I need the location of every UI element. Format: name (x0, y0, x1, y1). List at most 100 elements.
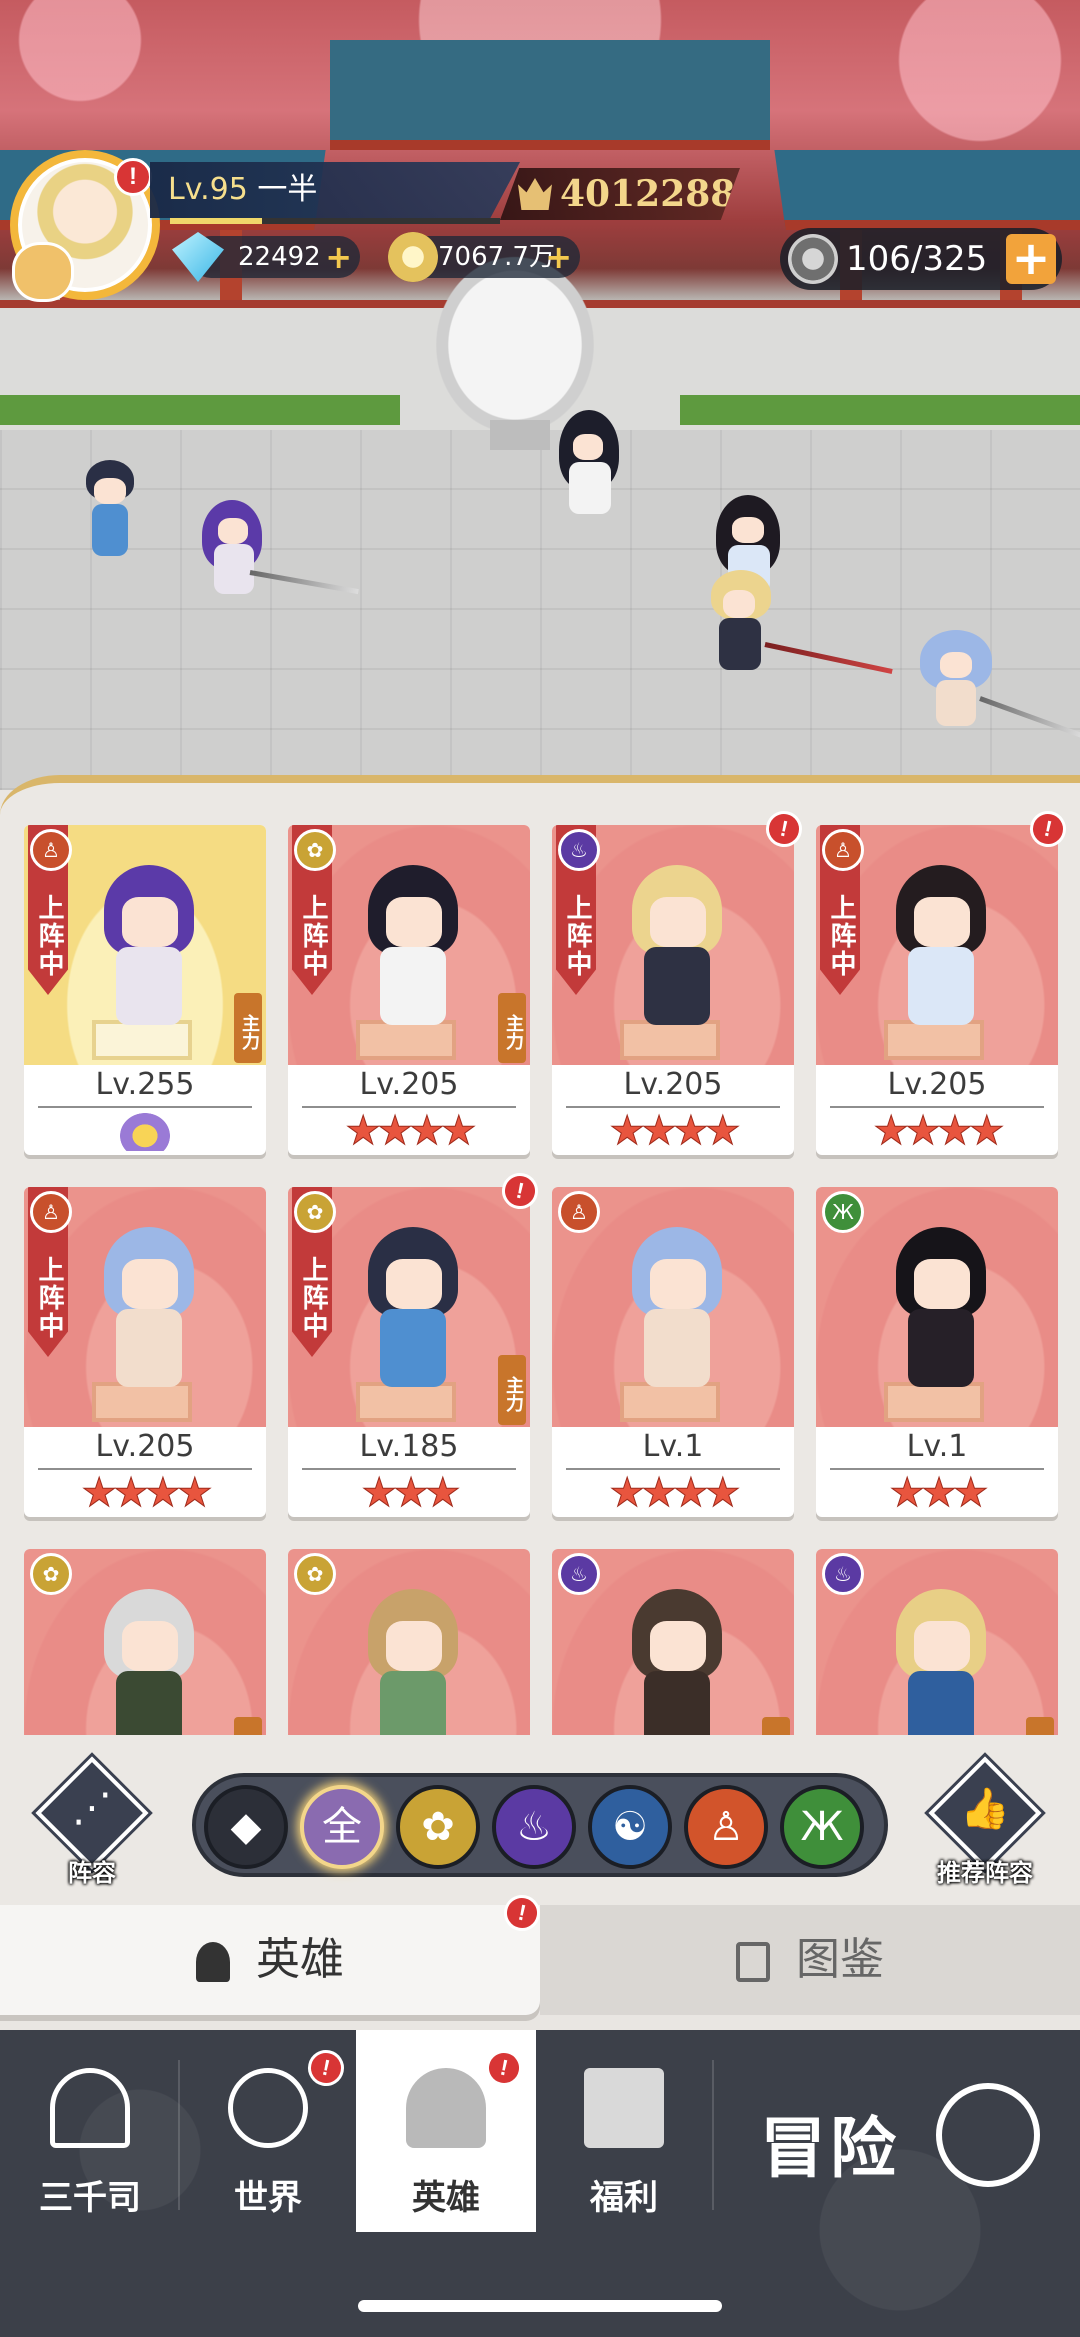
role-filter-chip[interactable]: ◆ (204, 1785, 288, 1869)
codex-book-icon (736, 1942, 770, 1982)
main-role-tag: 主力 (234, 993, 262, 1063)
hero-card[interactable]: 上阵中 ✿ 主力 Lv.205 ★★★★ (288, 825, 530, 1155)
hero-sprite[interactable] (80, 460, 140, 580)
hero-card[interactable]: 上阵中 ♙ Lv.205 ★★★★ (816, 825, 1058, 1155)
formation-label: 阵容 (68, 1859, 116, 1887)
formation-button[interactable]: ⋰ 阵容 (32, 1756, 152, 1887)
network-icon: ⋰ (72, 1785, 112, 1831)
hero-card[interactable]: ♨主 (552, 1549, 794, 1735)
tab-heroes[interactable]: 英雄 (0, 1905, 540, 2015)
hero-portrait (358, 1589, 468, 1735)
hero-card[interactable]: 上阵中 ♨ Lv.205 ★★★★ (552, 825, 794, 1155)
lotus-faction-icon: ✿ (294, 1553, 336, 1595)
nav-label: 世界 (234, 2178, 302, 2218)
lotus-filter-chip[interactable]: ✿ (396, 1785, 480, 1869)
pedestal (356, 1382, 456, 1422)
exp-bar (170, 218, 500, 224)
recommend-formation-button[interactable]: 👍 推荐阵容 (925, 1756, 1045, 1887)
star-rating: ★★★★ (345, 1108, 477, 1154)
adventure-button[interactable]: 冒险 (760, 2055, 1060, 2215)
tab-heroes-label: 英雄 (256, 1934, 344, 1985)
add-stamina-button[interactable]: + (1006, 234, 1056, 284)
main-role-tag: 主 (762, 1717, 790, 1735)
all-filter-chip[interactable]: 全 (300, 1785, 384, 1869)
pedestal (620, 1382, 720, 1422)
hero-card[interactable]: ✿主 (24, 1549, 266, 1735)
dna-filter-chip[interactable]: Ж (780, 1785, 864, 1869)
flame-faction-icon: ♨ (822, 1553, 864, 1595)
hero-card[interactable]: Ж Lv.1 ★★★ (816, 1187, 1058, 1517)
hero-portrait (94, 865, 204, 1025)
hero-sprite[interactable] (920, 630, 1080, 740)
nav-alert-icon: ! (482, 2046, 526, 2090)
hero-card[interactable]: 上阵中 ♙ Lv.205 ★★★★ (24, 1187, 266, 1517)
nav-item-temple[interactable]: 三千司 (0, 2030, 180, 2240)
hero-portrait (886, 1227, 996, 1387)
lotus-rank-icon (120, 1113, 170, 1151)
pet-cat-icon (12, 242, 74, 302)
hero-portrait (94, 1227, 204, 1387)
player-level: Lv.95 (168, 172, 248, 207)
adventure-label: 冒险 (760, 2110, 900, 2187)
hero-card[interactable]: ♨主 (816, 1549, 1058, 1735)
player-namebar[interactable]: Lv.95 一半 (150, 162, 520, 218)
monk-faction-icon: ♙ (558, 1191, 600, 1233)
hero-card[interactable]: 上阵中 ♙ 主力 Lv.255 (24, 825, 266, 1155)
hero-level: Lv.205 (95, 1429, 195, 1464)
star-rating: ★★★★ (609, 1470, 741, 1516)
hero-card[interactable]: ♙ Lv.1 ★★★★ (552, 1187, 794, 1517)
hero-level: Lv.1 (642, 1429, 704, 1464)
add-gems-icon[interactable]: + (325, 236, 352, 278)
lotus-faction-icon: ✿ (294, 829, 336, 871)
gift-icon (584, 2068, 664, 2148)
monk-faction-icon: ♙ (822, 829, 864, 871)
tab-codex[interactable]: 图鉴 (540, 1905, 1080, 2015)
combat-power: 4012288 (500, 168, 740, 220)
hero-portrait (622, 1589, 732, 1735)
gold-counter[interactable]: 7067.7万 + (388, 232, 580, 282)
main-role-tag: 主 (234, 1717, 262, 1735)
hero-sprite[interactable] (200, 500, 359, 610)
star-rating: ★★★★ (81, 1470, 213, 1516)
lotus-faction-icon: ✿ (30, 1553, 72, 1595)
gold-coin-icon (388, 232, 438, 282)
nav-item-hero[interactable]: 英雄! (356, 2030, 536, 2240)
hero-portrait (358, 1227, 468, 1387)
nav-item-gift[interactable]: 福利 (534, 2030, 714, 2240)
main-role-tag: 主 (1026, 1717, 1054, 1735)
sub-tabs: 英雄 图鉴 ! (0, 1891, 1080, 2030)
yinyang-filter-chip[interactable]: ☯ (588, 1785, 672, 1869)
avatar-alert-icon: ! (114, 158, 152, 196)
star-rating: ★★★★ (873, 1108, 1005, 1154)
add-gold-icon[interactable]: + (545, 236, 572, 278)
hero-level: Lv.205 (887, 1067, 987, 1102)
statue-base (490, 420, 550, 450)
stamina-icon (788, 234, 838, 284)
hero-card[interactable]: 上阵中 ✿ 主力 Lv.185 ★★★ (288, 1187, 530, 1517)
pedestal (884, 1382, 984, 1422)
monk-faction-icon: ♙ (30, 829, 72, 871)
flame-filter-chip[interactable]: ♨ (492, 1785, 576, 1869)
nav-label: 三千司 (39, 2178, 141, 2218)
stamina-value: 106/325 (846, 239, 988, 279)
divider (38, 1106, 252, 1108)
courtyard-floor (0, 430, 1080, 790)
hero-portrait (886, 1589, 996, 1735)
gem-counter[interactable]: 22492 + (172, 232, 360, 282)
star-rating: ★★★★ (609, 1108, 741, 1154)
hero-sprite[interactable] (555, 410, 625, 530)
monk-filter-chip[interactable]: ♙ (684, 1785, 768, 1869)
hero-card[interactable]: ✿ (288, 1549, 530, 1735)
thumbs-up-icon: 👍 (960, 1786, 1010, 1832)
hero-level: Lv.185 (359, 1429, 459, 1464)
pedestal (620, 1020, 720, 1060)
stamina-counter[interactable]: 106/325 + (780, 228, 1062, 290)
nav-item-planet[interactable]: 世界! (178, 2030, 358, 2240)
battle-scene (0, 0, 1080, 790)
dna-faction-icon: Ж (822, 1191, 864, 1233)
home-indicator[interactable] (358, 2300, 722, 2312)
nav-label: 福利 (590, 2178, 658, 2218)
hero-sprite[interactable] (705, 570, 893, 680)
hero-portrait (622, 1227, 732, 1387)
main-role-tag: 主力 (498, 993, 526, 1063)
